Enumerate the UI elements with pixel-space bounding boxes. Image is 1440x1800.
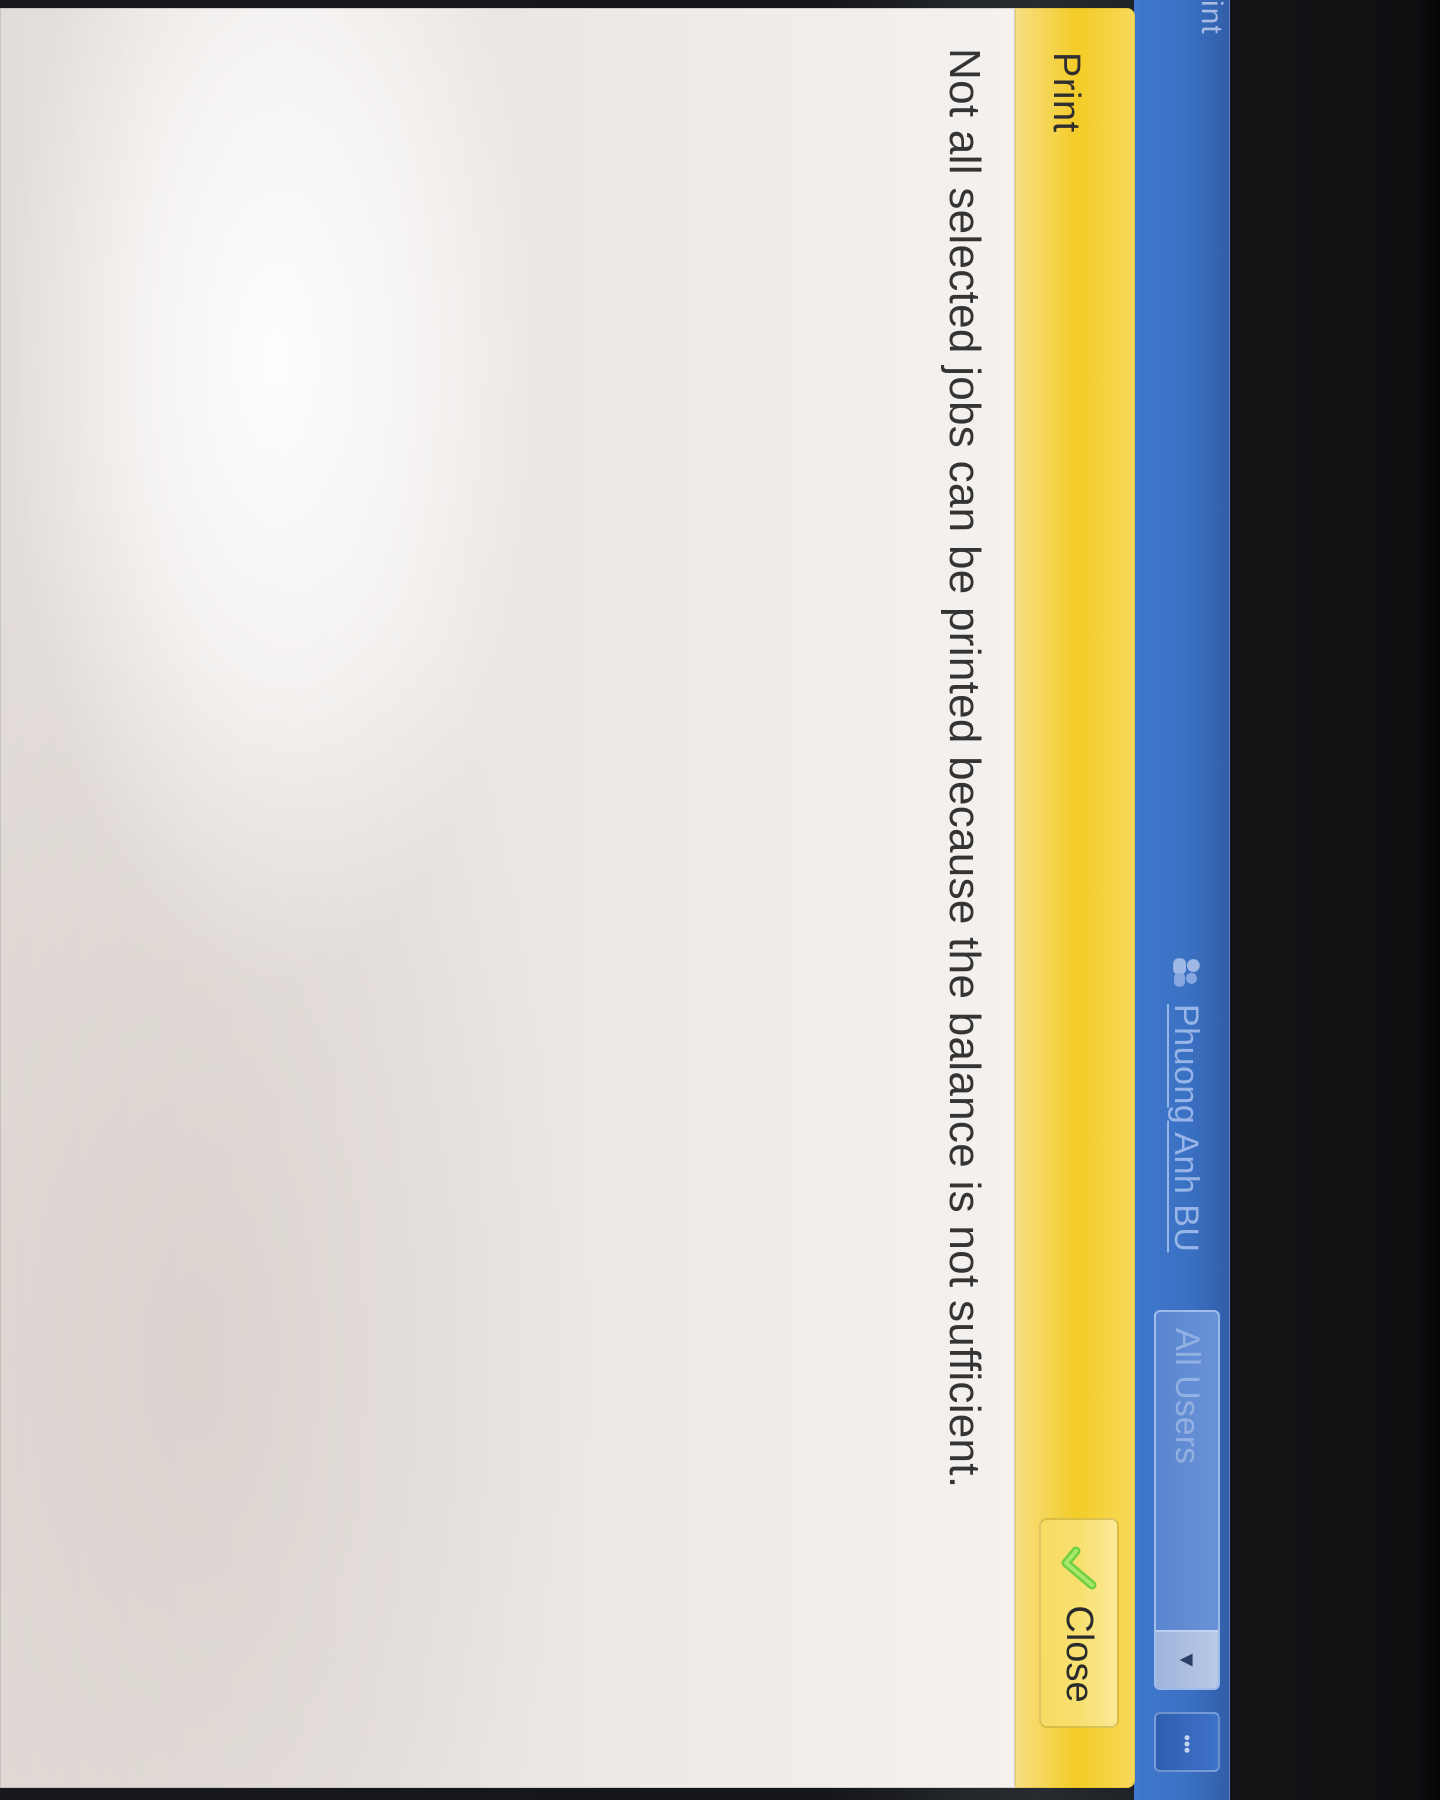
more-icon: ••• bbox=[1177, 1734, 1197, 1754]
dialog-message: Not all selected jobs can be printed bec… bbox=[940, 48, 989, 1489]
user-icon bbox=[1164, 950, 1208, 994]
dialog-header: Print Close bbox=[1015, 8, 1135, 1788]
chevron-down-icon[interactable]: ▼ bbox=[1156, 1630, 1218, 1688]
check-icon bbox=[1054, 1543, 1104, 1593]
users-filter-value: All Users bbox=[1168, 1328, 1207, 1465]
users-filter-select[interactable]: All Users ▼ bbox=[1154, 1310, 1220, 1690]
app-title-fragment: int bbox=[1195, 0, 1228, 35]
close-button-label: Close bbox=[1058, 1605, 1101, 1703]
user-display[interactable]: Phuong Anh BU bbox=[1156, 950, 1216, 1252]
dialog-title: Print bbox=[1045, 52, 1087, 133]
close-button[interactable]: Close bbox=[1039, 1518, 1119, 1728]
monitor-bezel bbox=[1414, 0, 1440, 1800]
rotated-screen: int Phuong Anh BU All Users ▼ ••• Print bbox=[0, 0, 1440, 1800]
dialog-body: Not all selected jobs can be printed bec… bbox=[0, 8, 1015, 1788]
screenshot-stage: int Phuong Anh BU All Users ▼ ••• Print bbox=[0, 0, 1440, 1800]
header-action-chip[interactable]: ••• bbox=[1154, 1712, 1220, 1772]
user-name: Phuong Anh BU bbox=[1167, 1004, 1206, 1253]
